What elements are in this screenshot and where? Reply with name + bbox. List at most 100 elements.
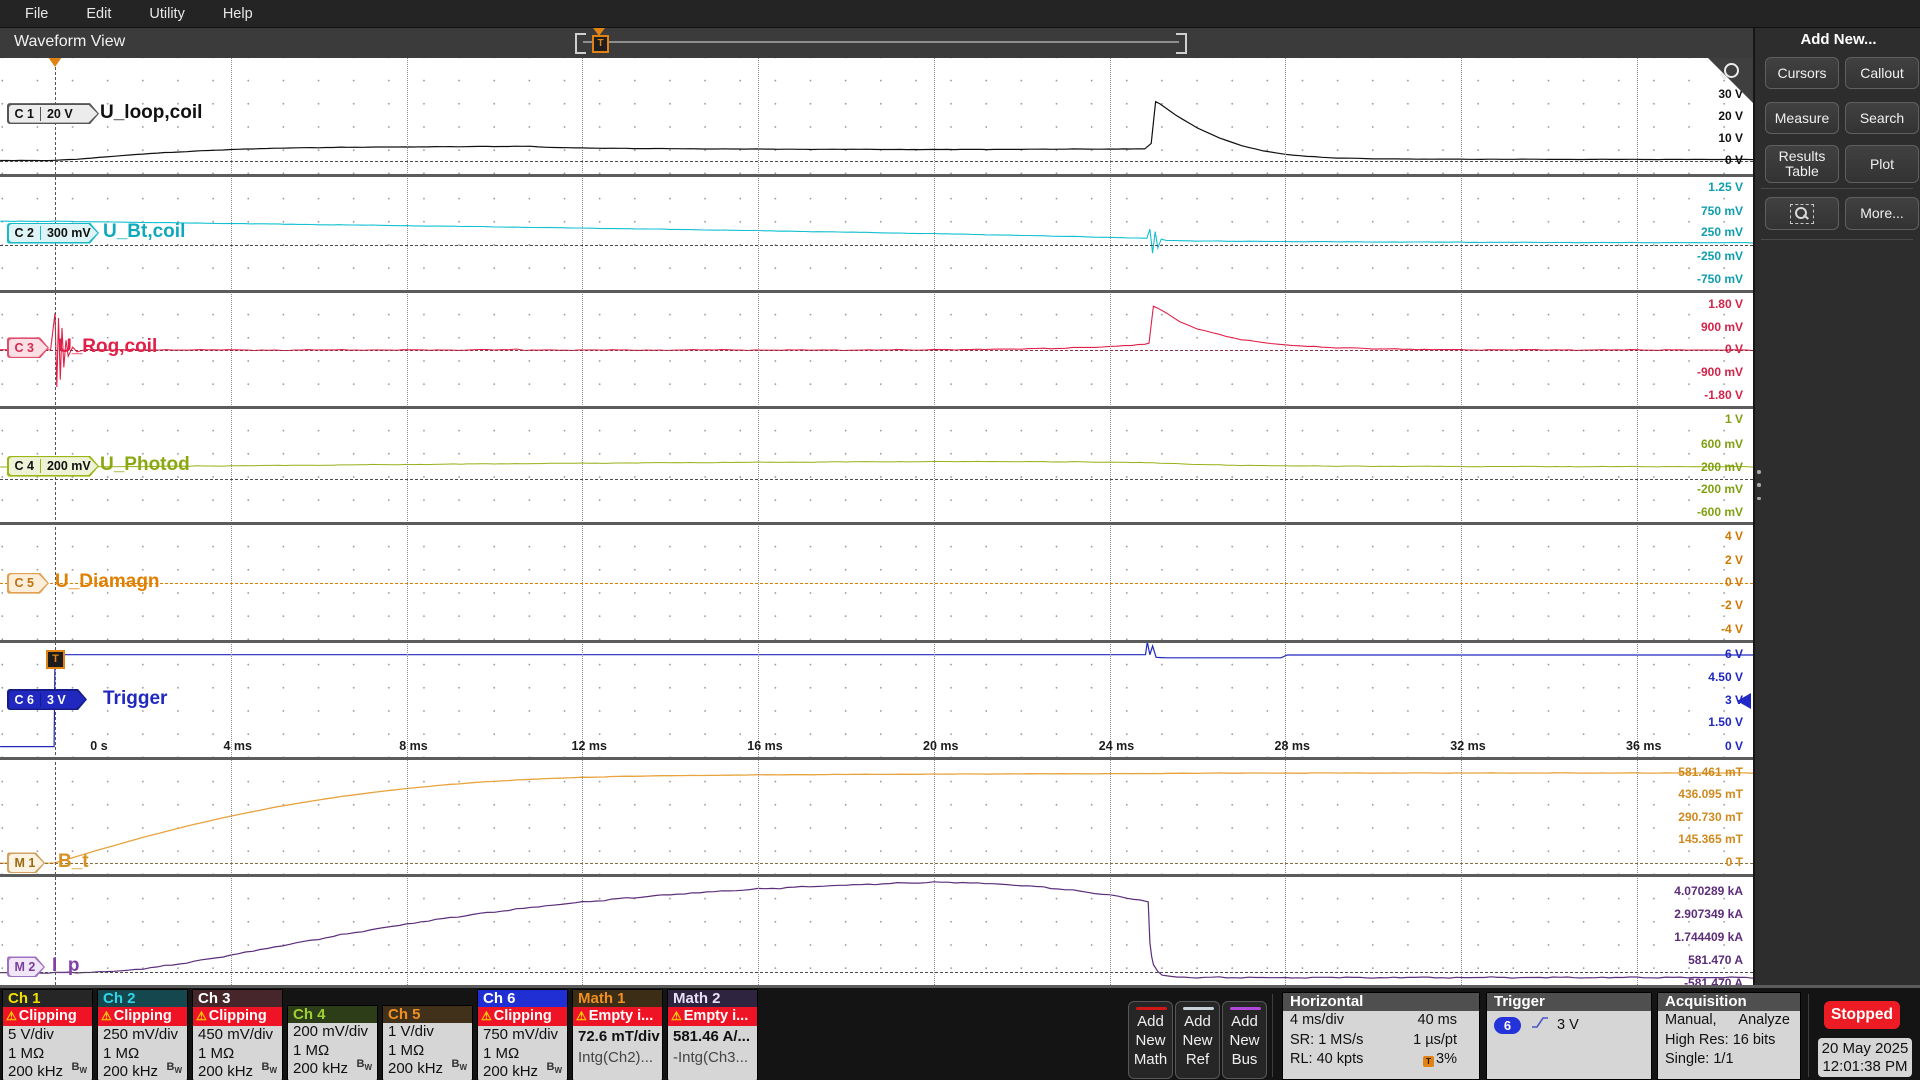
channel-badge-m2[interactable]: M 2: [7, 956, 45, 977]
card-row: 200 kHzBW: [288, 1060, 377, 1079]
grid-division-line: [407, 57, 408, 985]
overview-trigger-t-icon[interactable]: T: [592, 35, 609, 53]
time-axis-label: 16 ms: [747, 739, 782, 753]
datetime-badge[interactable]: 20 May 202512:01:38 PM: [1818, 1038, 1912, 1077]
acquisition-row: High Res: 16 bits: [1658, 1031, 1800, 1051]
trigger-level-arrow-icon[interactable]: [1737, 693, 1751, 709]
axis-label-c2: -750 mV: [1697, 272, 1743, 286]
card-row: 200 kHzBW: [3, 1063, 92, 1080]
more-button[interactable]: More...: [1845, 197, 1919, 230]
trigger-point-marker[interactable]: T: [46, 650, 65, 669]
cursors-button[interactable]: Cursors: [1765, 57, 1839, 89]
horizontal-row: RL: 40 kptsT3%: [1283, 1050, 1479, 1070]
channel-slice-c6: 6 V4.50 V3 V1.50 V0 VC 63 VTrigger0 s4 m…: [0, 641, 1753, 758]
axis-label-c2: 750 mV: [1701, 204, 1743, 218]
channel-card-ch3[interactable]: Ch 3⚠Clipping450 mV/div1 MΩ200 kHzBW: [192, 989, 283, 1080]
bandwidth-icon: BW: [261, 1058, 277, 1080]
card-title: Ch 6: [478, 990, 567, 1007]
channel-badge-c3[interactable]: C 3: [7, 337, 49, 358]
channel-badge-c1[interactable]: C 120 V: [7, 103, 99, 124]
card-title: Ch 5: [383, 1006, 472, 1023]
badge-text: C 3: [9, 341, 40, 355]
stopped-button[interactable]: Stopped: [1824, 1001, 1900, 1029]
add-new-ref-button[interactable]: AddNewRef: [1175, 1001, 1220, 1079]
channel-card-math1[interactable]: Math 1⚠Empty i...72.6 mT/divIntg(Ch2)...: [572, 989, 663, 1080]
clipping-banner: ⚠Empty i...: [668, 1007, 757, 1026]
add-button-line: New: [1223, 1031, 1266, 1050]
trigger-position-icon[interactable]: [48, 57, 62, 67]
channel-card-math2[interactable]: Math 2⚠Empty i...581.46 A/...-Intg(Ch3..…: [667, 989, 758, 1080]
axis-label-c4: 200 mV: [1701, 460, 1743, 474]
card-row: 200 kHzBW: [478, 1063, 567, 1080]
add-new-title: Add New...: [1755, 31, 1920, 48]
acquisition-overview-bar[interactable]: T: [575, 28, 1187, 58]
slice-divider: [0, 640, 1753, 643]
card-row: 250 mV/div: [98, 1026, 187, 1045]
channel-name-c5[interactable]: U_Diamagn: [55, 571, 160, 593]
channel-name-c1[interactable]: U_loop,coil: [100, 102, 202, 124]
overview-left-bracket[interactable]: [575, 33, 586, 54]
channel-badge-c2[interactable]: C 2300 mV: [7, 223, 99, 244]
axis-label-c4: 600 mV: [1701, 437, 1743, 451]
add-new-math-button[interactable]: AddNewMath: [1128, 1001, 1173, 1079]
acquisition-panel[interactable]: AcquisitionManual,AnalyzeHigh Res: 16 bi…: [1657, 992, 1801, 1080]
card-scale: 72.6 mT/div: [573, 1026, 662, 1047]
measure-button[interactable]: Measure: [1765, 102, 1839, 134]
axis-label-c2: 1.25 V: [1708, 180, 1743, 194]
axis-label-m1: 145.365 mT: [1678, 832, 1743, 846]
trace-c2: [0, 175, 1753, 291]
menu-utility[interactable]: Utility: [136, 6, 197, 22]
trigger-panel[interactable]: Trigger63 V: [1486, 992, 1652, 1080]
menu-file[interactable]: File: [12, 6, 61, 22]
channel-card-ch1[interactable]: Ch 1⚠Clipping5 V/div1 MΩ200 kHzBW: [2, 989, 93, 1080]
plot-button[interactable]: Plot: [1845, 145, 1919, 183]
slice-divider: [0, 874, 1753, 877]
card-row: 750 mV/div: [478, 1026, 567, 1045]
warning-icon: ⚠: [196, 1009, 207, 1023]
channel-badge-m1[interactable]: M 1: [7, 852, 45, 873]
overview-right-bracket[interactable]: [1176, 33, 1187, 54]
badge-border: M 1: [7, 852, 45, 873]
bandwidth-icon: BW: [166, 1058, 182, 1080]
waveform-grid[interactable]: 30 V20 V10 V0 VC 120 VU_loop,coil1.25 V7…: [0, 57, 1753, 985]
zoom-select-icon: [1790, 204, 1814, 224]
add-button-line: New: [1176, 1031, 1219, 1050]
channel-name-c4[interactable]: U_Photod: [100, 454, 190, 476]
reference-line-m2: [0, 972, 1753, 973]
trace-c6: [0, 641, 1753, 758]
channel-name-m2[interactable]: I_p: [52, 955, 79, 977]
time-axis-label: 0 s: [90, 739, 107, 753]
menu-edit[interactable]: Edit: [73, 6, 124, 22]
channel-slice-c4: 1 V600 mV200 mV-200 mV-600 mVC 4200 mVU_…: [0, 407, 1753, 523]
callout-button[interactable]: Callout: [1845, 57, 1919, 89]
card-title: Ch 4: [288, 1006, 377, 1023]
color-line: [1183, 1007, 1214, 1010]
channel-card-ch6[interactable]: Ch 6⚠Clipping750 mV/div1 MΩ200 kHzBW: [477, 989, 568, 1080]
channel-name-c6[interactable]: Trigger: [103, 688, 167, 710]
add-new-bus-button[interactable]: AddNewBus: [1222, 1001, 1267, 1079]
trigger-row: 63 V: [1487, 1011, 1651, 1035]
time-axis-label: 32 ms: [1450, 739, 1485, 753]
channel-badge-c4[interactable]: C 4200 mV: [7, 456, 99, 477]
reference-line-m1: [0, 863, 1753, 864]
reference-line-c5: [0, 583, 1753, 584]
channel-name-c3[interactable]: U_Rog,coil: [58, 336, 157, 358]
channel-card-ch5[interactable]: Ch 51 V/div1 MΩ200 kHzBW: [382, 1005, 473, 1080]
axis-label-c4: -600 mV: [1697, 505, 1743, 519]
channel-badge-c6[interactable]: C 63 V: [7, 689, 87, 710]
channel-card-ch4[interactable]: Ch 4200 mV/div1 MΩ200 kHzBW: [287, 1005, 378, 1080]
acquisition-row: Single: 1/1: [1658, 1050, 1800, 1070]
trace-c1: [0, 57, 1753, 175]
tab-waveform-view[interactable]: Waveform View: [14, 33, 125, 51]
search-button[interactable]: Search: [1845, 102, 1919, 134]
panel-drag-handle[interactable]: [1757, 470, 1761, 500]
axis-label-c4: 1 V: [1725, 412, 1743, 426]
horizontal-panel[interactable]: Horizontal4 ms/div40 msSR: 1 MS/s1 µs/pt…: [1282, 992, 1480, 1080]
channel-card-ch2[interactable]: Ch 2⚠Clipping250 mV/div1 MΩ200 kHzBW: [97, 989, 188, 1080]
channel-name-c2[interactable]: U_Bt,coil: [103, 221, 185, 243]
results-table-button[interactable]: Results Table: [1765, 145, 1839, 183]
zoom-select-button[interactable]: [1765, 197, 1839, 230]
menu-help[interactable]: Help: [210, 6, 266, 22]
channel-name-m1[interactable]: B_t: [58, 851, 89, 873]
channel-badge-c5[interactable]: C 5: [7, 573, 49, 594]
